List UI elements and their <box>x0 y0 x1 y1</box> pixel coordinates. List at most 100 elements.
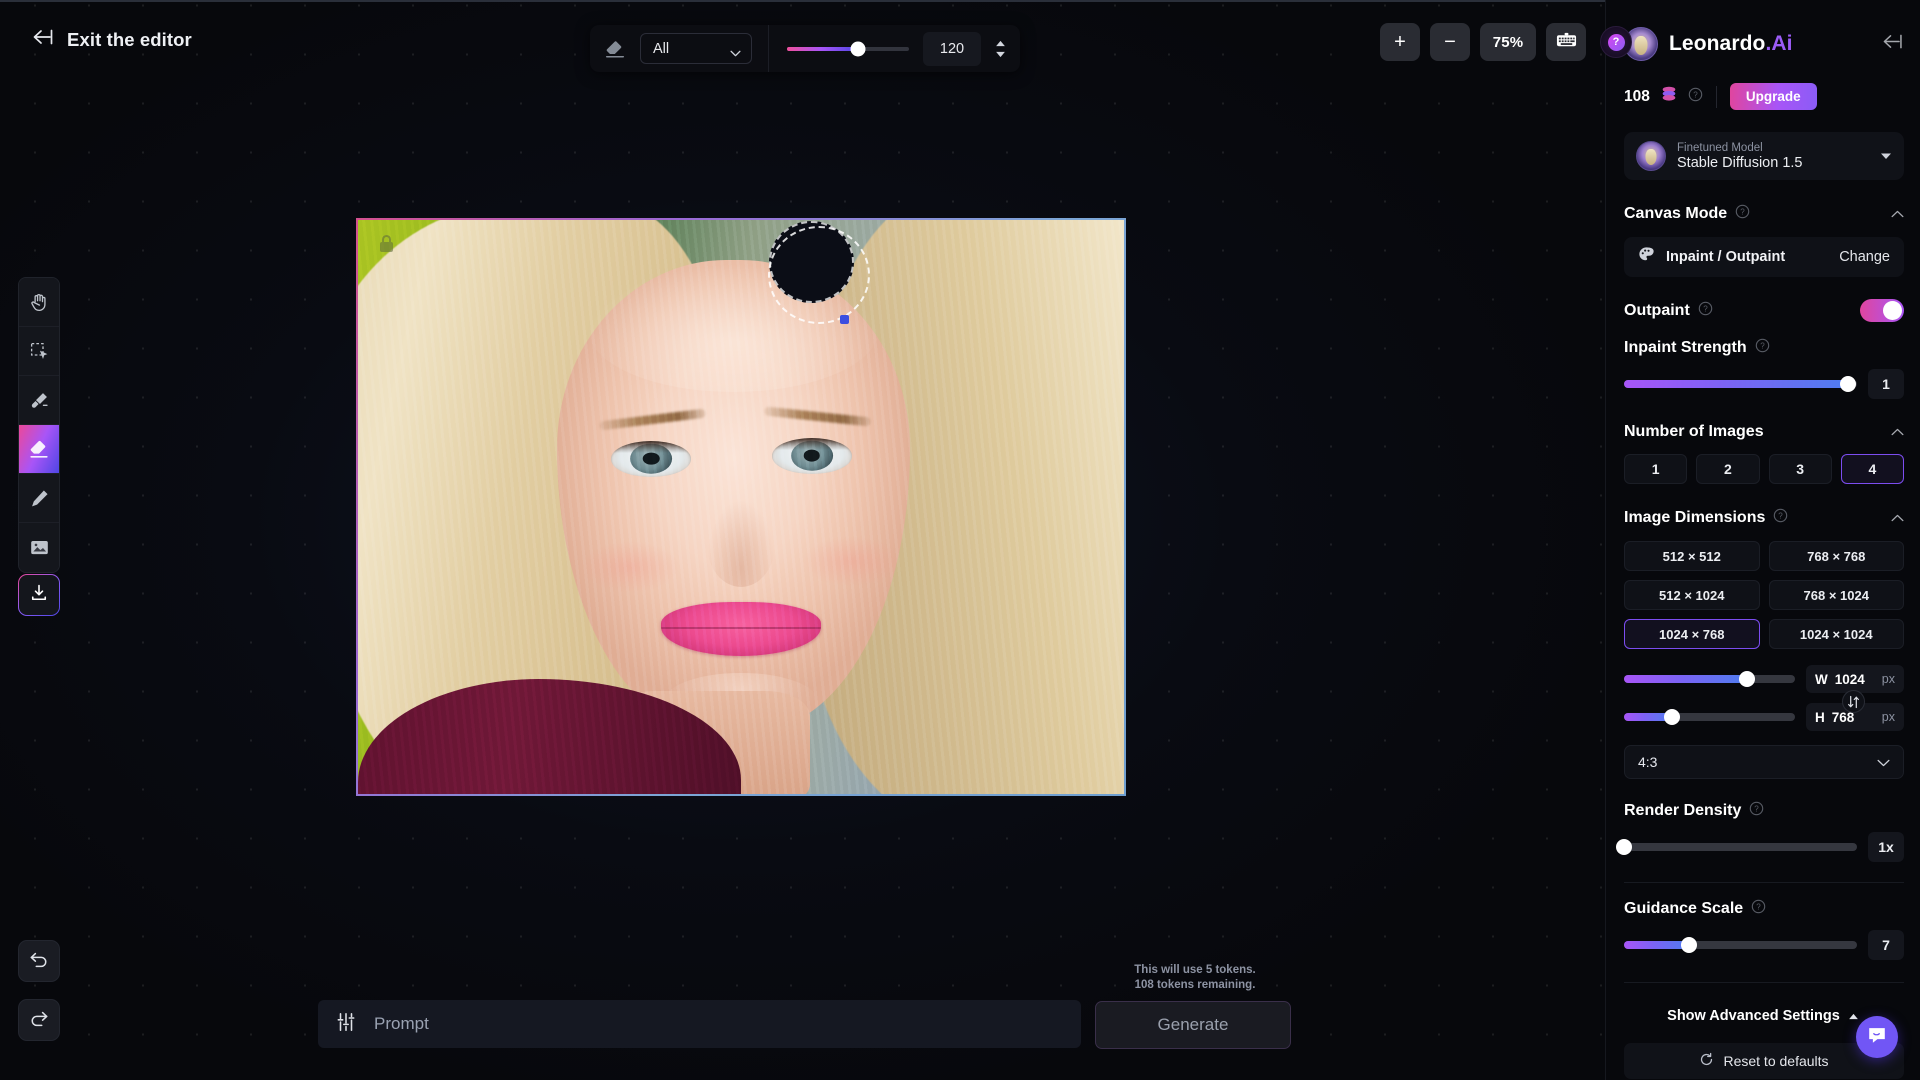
chevron-up-icon[interactable] <box>1891 509 1904 527</box>
zoom-out-button[interactable]: − <box>1430 23 1470 61</box>
inpaint-mask-region[interactable] <box>769 221 854 303</box>
dimension-preset-option[interactable]: 512 × 1024 <box>1624 580 1760 610</box>
zoom-level-button[interactable]: 75% <box>1480 23 1536 61</box>
canvas-image-frame[interactable] <box>356 218 1126 796</box>
token-usage-line2: 108 tokens remaining. <box>1134 979 1256 991</box>
help-circle-icon[interactable]: ? <box>1749 801 1764 821</box>
zoom-in-button[interactable]: + <box>1380 23 1420 61</box>
guidance-scale-title: Guidance Scale <box>1624 900 1744 917</box>
render-density-value[interactable]: 1x <box>1868 832 1904 862</box>
number-of-images-option[interactable]: 3 <box>1768 454 1832 484</box>
hand-tool[interactable] <box>19 278 59 327</box>
eraser-tool[interactable] <box>19 425 59 474</box>
chat-bubble-icon <box>1866 1024 1888 1051</box>
dimension-preset-option[interactable]: 1024 × 768 <box>1624 619 1760 649</box>
credit-count: 108 <box>1624 87 1650 105</box>
redo-button[interactable] <box>18 999 60 1041</box>
help-circle-icon[interactable]: ? <box>1755 338 1770 358</box>
help-button[interactable]: ? <box>1600 26 1632 58</box>
canvas-mode-card[interactable]: Inpaint / Outpaint Change <box>1624 237 1904 277</box>
chevron-up-icon[interactable] <box>1891 423 1904 441</box>
chevron-down-icon <box>1877 754 1890 770</box>
width-row: W 1024 px <box>1624 665 1904 693</box>
collapse-panel-icon[interactable] <box>1879 33 1904 55</box>
swap-dimensions-icon[interactable] <box>1842 690 1865 713</box>
undo-button[interactable] <box>18 940 60 982</box>
number-of-images-option[interactable]: 2 <box>1696 454 1760 484</box>
canvas-top-divider <box>0 0 1605 2</box>
width-slider[interactable] <box>1624 671 1795 687</box>
generate-button[interactable]: Generate <box>1095 1001 1291 1049</box>
token-coin-icon <box>1659 85 1679 108</box>
help-circle-icon[interactable]: ? <box>1698 301 1713 321</box>
exit-editor-label: Exit the editor <box>67 28 192 50</box>
canvas-workspace[interactable] <box>0 0 1605 1080</box>
caret-down-icon[interactable] <box>1880 147 1892 165</box>
prompt-settings-button[interactable] <box>318 1000 374 1048</box>
width-value-box[interactable]: W 1024 px <box>1806 665 1904 693</box>
guidance-scale-slider[interactable] <box>1624 937 1857 953</box>
number-of-images-title: Number of Images <box>1624 423 1764 440</box>
guidance-scale-value[interactable]: 7 <box>1868 930 1904 960</box>
canvas-mode-label: Inpaint / Outpaint <box>1666 249 1786 265</box>
intercom-chat-button[interactable] <box>1856 1016 1898 1058</box>
undo-arrow-icon <box>28 950 50 973</box>
aspect-ratio-select[interactable]: 4:3 <box>1624 745 1904 779</box>
brush-size-slider[interactable] <box>787 41 909 56</box>
inpaint-strength-value[interactable]: 1 <box>1868 369 1904 399</box>
outpaint-toggle[interactable] <box>1860 299 1904 322</box>
height-slider[interactable] <box>1624 709 1795 725</box>
render-density-control: 1x <box>1616 832 1904 862</box>
redo-arrow-icon <box>28 1009 50 1032</box>
help-circle-icon[interactable]: ? <box>1735 204 1750 224</box>
tool-rail <box>18 277 60 573</box>
chevron-up-icon[interactable] <box>1891 205 1904 223</box>
dimension-preset-option[interactable]: 1024 × 1024 <box>1768 619 1904 649</box>
model-selector[interactable]: Finetuned Model Stable Diffusion 1.5 <box>1624 132 1904 180</box>
dimension-preset-option[interactable]: 768 × 1024 <box>1768 580 1904 610</box>
svg-text:?: ? <box>1755 805 1760 814</box>
prompt-input[interactable] <box>374 1000 1081 1048</box>
svg-text:?: ? <box>1703 304 1708 313</box>
width-value: 1024 <box>1834 671 1865 687</box>
dimension-preset-option[interactable]: 768 × 768 <box>1768 541 1904 571</box>
panel-header: Leonardo.Ai <box>1606 0 1920 61</box>
upgrade-button[interactable]: Upgrade <box>1729 83 1817 110</box>
image-tool[interactable] <box>19 523 59 572</box>
draw-tool[interactable] <box>19 474 59 523</box>
keyboard-shortcuts-button[interactable] <box>1546 23 1586 61</box>
inpaint-strength-slider[interactable] <box>1624 376 1857 392</box>
guidance-scale-row: Guidance Scale ? <box>1624 899 1904 919</box>
brush-size-value[interactable]: 120 <box>923 31 981 66</box>
caret-up-icon[interactable] <box>995 40 1006 47</box>
render-density-slider[interactable] <box>1616 839 1857 855</box>
credits-row: 108 ? Upgrade <box>1624 83 1904 110</box>
brush-size-stepper[interactable] <box>995 40 1006 58</box>
download-icon <box>29 583 49 608</box>
layer-filter-select[interactable]: All <box>640 33 752 64</box>
chevron-down-icon <box>730 45 741 57</box>
number-of-images-option[interactable]: 1 <box>1624 454 1688 484</box>
reset-to-defaults-label: Reset to defaults <box>1723 1053 1829 1069</box>
change-mode-button[interactable]: Change <box>1839 249 1890 265</box>
mask-brush-tool[interactable] <box>19 376 59 425</box>
select-tool[interactable] <box>19 327 59 376</box>
svg-text:?: ? <box>1779 512 1784 521</box>
number-of-images-option[interactable]: 4 <box>1840 454 1904 484</box>
model-avatar-icon <box>1636 141 1666 171</box>
dimension-preset-option[interactable]: 512 × 512 <box>1624 541 1760 571</box>
sliders-icon <box>335 1011 357 1038</box>
download-button[interactable] <box>18 574 60 616</box>
canvas-mode-title: Canvas Mode <box>1624 205 1728 222</box>
arrow-left-exit-icon <box>28 28 54 51</box>
caret-down-icon[interactable] <box>995 51 1006 58</box>
number-of-images-header: Number of Images <box>1624 423 1904 441</box>
leonardo-canvas-editor: Exit the editor All 120 + − 75% ? Prompt… <box>0 0 1920 1080</box>
portrait-image <box>358 220 1124 794</box>
aspect-ratio-value: 4:3 <box>1638 754 1658 770</box>
help-circle-icon[interactable]: ? <box>1773 508 1788 528</box>
help-circle-icon[interactable]: ? <box>1751 899 1766 919</box>
exit-editor-button[interactable]: Exit the editor <box>28 28 192 51</box>
credits-help-icon[interactable]: ? <box>1688 87 1703 107</box>
model-caption: Finetuned Model <box>1677 141 1763 154</box>
